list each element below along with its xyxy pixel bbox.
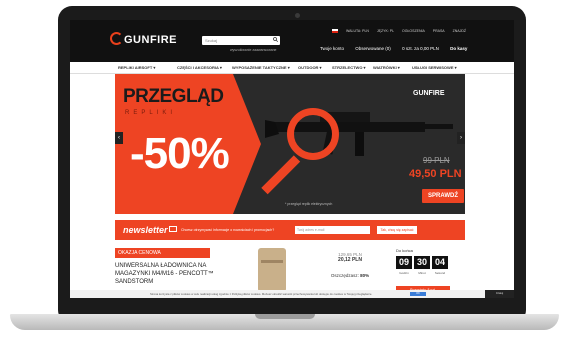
- main-nav: REPLIKI AIRSOFT ▾ CZĘŚCI I AKCESORIA ▾ W…: [70, 62, 514, 74]
- banner-arrow-shape: [233, 74, 261, 214]
- magnifier-icon: [287, 108, 339, 160]
- top-link-find[interactable]: ZNAJDŹ: [453, 29, 466, 33]
- banner-subtitle: REPLIKI: [125, 110, 177, 116]
- cart-link[interactable]: 0 szt. za 0,00 PLN: [402, 46, 439, 51]
- deal-new-price: 20,12 PLN: [338, 257, 362, 263]
- timer-hours-label: Godzin: [399, 271, 409, 275]
- nav-item-airsoft[interactable]: REPLIKI AIRSOFT ▾: [118, 62, 155, 73]
- nav-item-tactical[interactable]: WYPOSAŻENIE TAKTYCZNE ▾: [232, 62, 290, 73]
- nav-item-shooting[interactable]: STRZELECTWO ▾: [332, 62, 366, 73]
- nav-item-air-guns[interactable]: WIATRÓWKI ▾: [373, 62, 400, 73]
- newsletter-subscribe-button[interactable]: Tak, chcę się zapisać: [377, 226, 417, 234]
- deal-product-name[interactable]: UNIWERSALNA ŁADOWNICA NA MAGAZYNKI M4/M1…: [115, 262, 225, 286]
- banner-logo: GUNFIRE: [413, 90, 445, 97]
- search-icon[interactable]: [273, 37, 278, 42]
- top-links: WALUTA: PLN JĘZYK: PL OGŁOSZENIA PRASA Z…: [332, 29, 473, 34]
- logo-text: GUNFIRE: [124, 34, 177, 46]
- cookie-bar: Strona korzysta z plików cookies w celu …: [70, 290, 514, 298]
- top-link-announcements[interactable]: OGŁOSZENIA: [402, 29, 425, 33]
- cookie-accept-button[interactable]: OK: [410, 292, 426, 296]
- timer-minutes-label: Minut: [418, 271, 426, 275]
- deal-savings: Oszczędzasz: 80%: [328, 273, 372, 278]
- deal-prices: 129,65 PLN 20,12 PLN Oszczędzasz: 80%: [328, 252, 372, 278]
- timer-seconds-label: Sekund: [434, 271, 446, 275]
- search-placeholder: Szukaj: [205, 38, 218, 43]
- top-link-language[interactable]: JĘZYK: PL: [377, 29, 394, 33]
- checkout-link[interactable]: Do kasy: [450, 46, 467, 51]
- deal-product-image[interactable]: [258, 248, 286, 292]
- search-input[interactable]: Szukaj: [202, 36, 280, 45]
- countdown-timer: Do końca 09 30 04 Godzin Minut Sekund: [396, 248, 448, 275]
- envelope-icon: [169, 226, 177, 232]
- laptop-screen: GUNFIRE Szukaj wyszukiwanie zaawansowane…: [70, 20, 514, 298]
- nav-item-outdoor[interactable]: OUTDOOR ▾: [298, 62, 322, 73]
- camera-icon: [295, 13, 300, 18]
- banner-check-button[interactable]: SPRAWDŹ: [422, 189, 464, 203]
- timer-seconds: 04: [432, 256, 448, 269]
- site-header: GUNFIRE Szukaj wyszukiwanie zaawansowane…: [70, 20, 514, 62]
- banner-discount: -50%: [130, 129, 230, 178]
- deal-label: OKAZJA CENOWA: [115, 248, 210, 258]
- slider-prev-button[interactable]: ‹: [115, 132, 123, 144]
- top-link-press[interactable]: PRASA: [433, 29, 445, 33]
- product-strap-detail: [261, 260, 283, 263]
- banner-note: * przegląd replik elektrycznych: [285, 202, 333, 206]
- chat-button[interactable]: Czatuj: [485, 290, 514, 298]
- wishlist-link[interactable]: Obserwowane (0): [355, 46, 391, 51]
- promo-banner[interactable]: PRZEGLĄD REPLIKI -50% GUNFIRE 99 PLN 49,…: [115, 74, 465, 214]
- timer-minutes: 30: [414, 256, 430, 269]
- cookie-text: Strona korzysta z plików cookies w celu …: [150, 292, 373, 296]
- banner-new-price: 49,50 PLN: [409, 168, 462, 180]
- slider-next-button[interactable]: ›: [457, 132, 465, 144]
- newsletter-bar: newsletter Chcesz otrzymywać informacje …: [115, 220, 465, 240]
- account-row: Twoje konto Obserwowane (0) 0 szt. za 0,…: [320, 46, 467, 51]
- newsletter-email-input[interactable]: Twój adres e-mail: [295, 226, 370, 234]
- savings-label: Oszczędzasz:: [330, 273, 359, 278]
- banner-old-price: 99 PLN: [423, 156, 450, 165]
- newsletter-title: newsletter: [123, 225, 168, 235]
- savings-value: 80%: [360, 273, 370, 278]
- nav-item-service[interactable]: USŁUGI SERWISOWE ▾: [412, 62, 457, 73]
- advanced-search-link[interactable]: wyszukiwanie zaawansowane: [230, 48, 277, 52]
- timer-hours: 09: [396, 256, 412, 269]
- timer-title: Do końca: [396, 248, 413, 253]
- newsletter-text: Chcesz otrzymywać informacje o nowościac…: [181, 228, 275, 232]
- laptop-notch: [255, 314, 315, 319]
- site-logo[interactable]: GUNFIRE: [110, 32, 177, 46]
- flag-icon[interactable]: [332, 29, 338, 34]
- nav-item-parts[interactable]: CZĘŚCI I AKCESORIA ▾: [177, 62, 222, 73]
- top-link-currency[interactable]: WALUTA: PLN: [346, 29, 369, 33]
- logo-icon: [110, 32, 123, 45]
- banner-title: PRZEGLĄD: [123, 86, 224, 107]
- account-link[interactable]: Twoje konto: [320, 46, 344, 51]
